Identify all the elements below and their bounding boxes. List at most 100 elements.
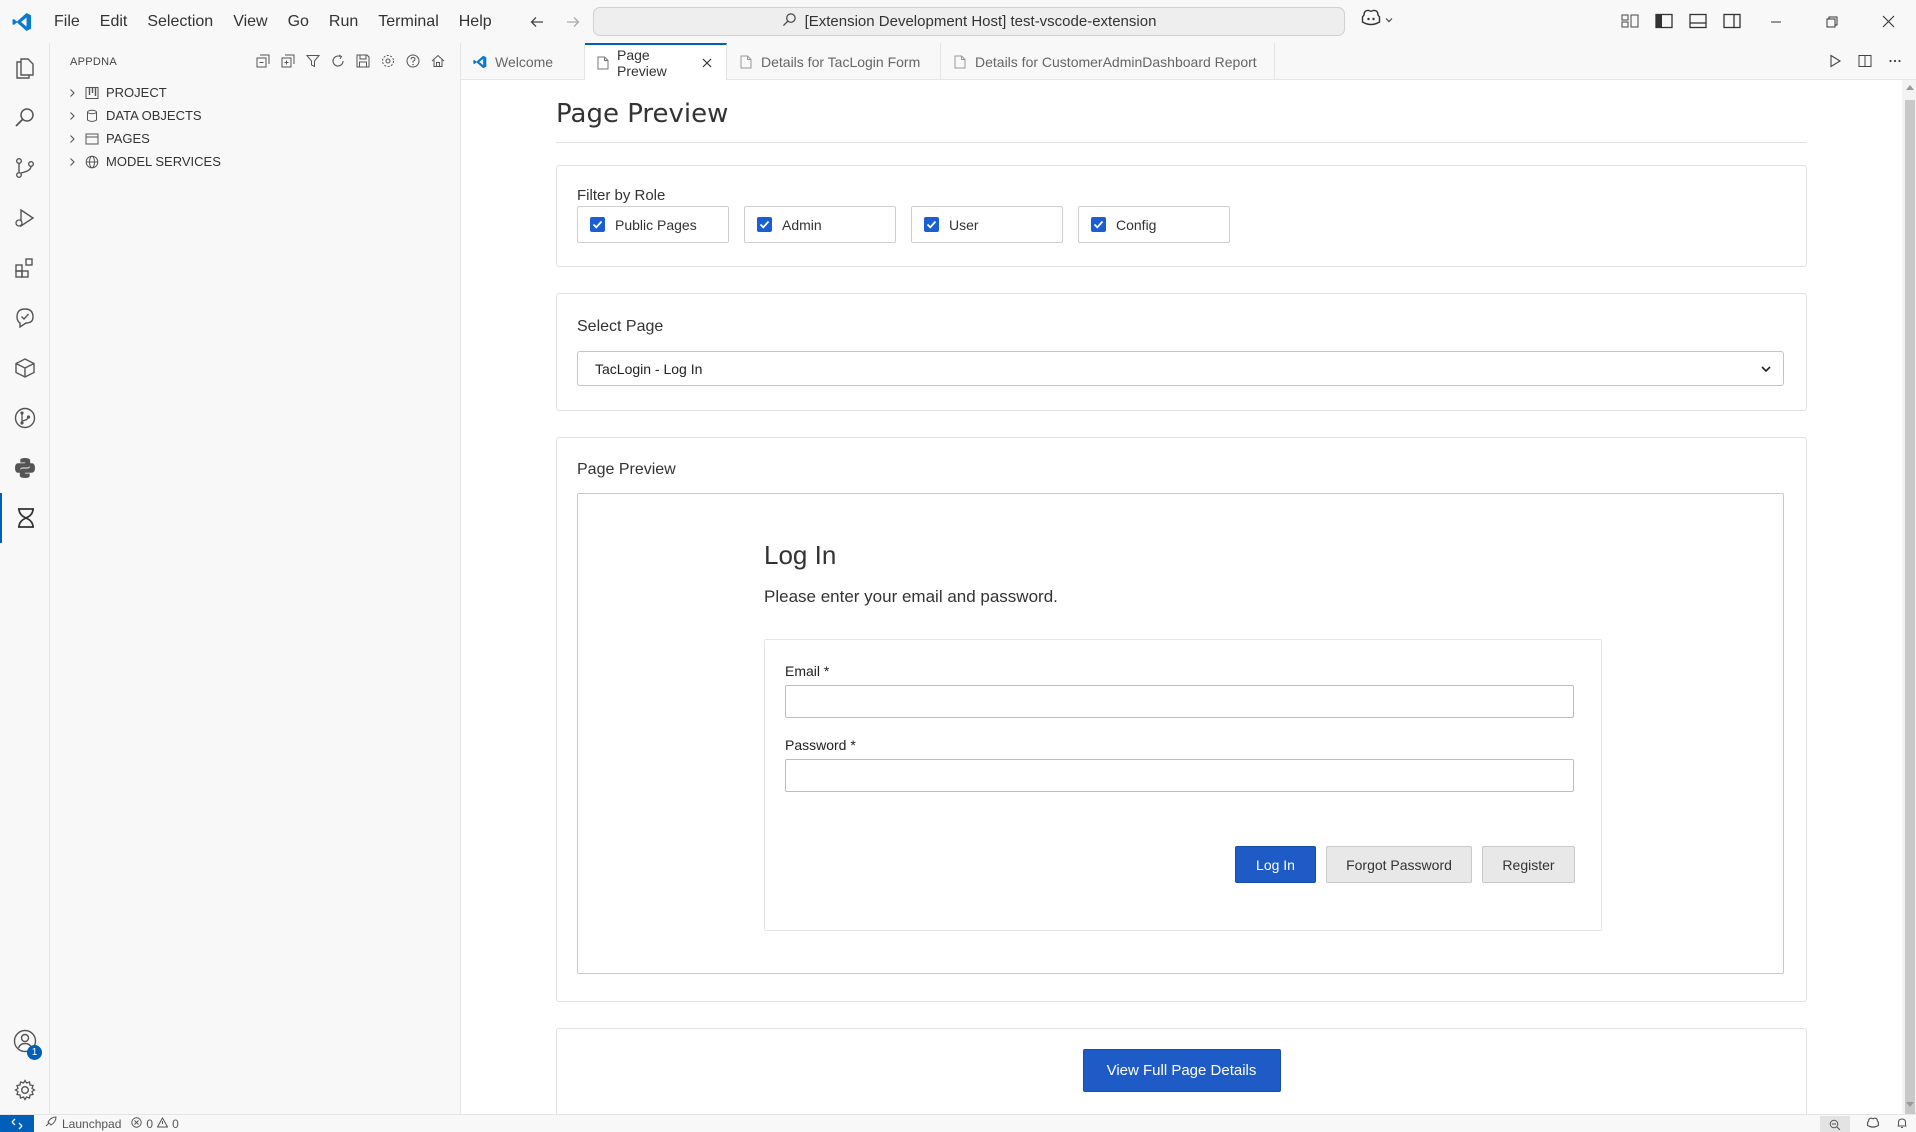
email-field[interactable]	[785, 685, 1574, 718]
page-select-value: TacLogin - Log In	[595, 360, 703, 377]
restore-icon[interactable]	[1804, 0, 1860, 43]
python-icon[interactable]	[0, 443, 50, 493]
menu-edit[interactable]: Edit	[90, 0, 138, 43]
scroll-up-arrow-icon[interactable]	[1905, 82, 1915, 92]
explorer-icon[interactable]	[0, 43, 50, 93]
password-field[interactable]	[785, 759, 1574, 792]
back-arrow-icon[interactable]	[526, 11, 548, 33]
appdna-icon[interactable]	[0, 493, 50, 543]
help-icon[interactable]	[405, 53, 421, 69]
select-page-label: Select Page	[577, 318, 664, 335]
rocket-icon	[44, 1116, 58, 1131]
filter-icon[interactable]	[305, 53, 321, 69]
extensions-icon[interactable]	[0, 243, 50, 293]
home-icon[interactable]	[430, 53, 446, 69]
git-graph-icon[interactable]	[0, 393, 50, 443]
preview-frame: Log In Please enter your email and passw…	[577, 493, 1784, 974]
source-control-icon[interactable]	[0, 143, 50, 193]
collapse-all-icon[interactable]	[255, 53, 271, 69]
error-count: 0	[146, 1116, 154, 1131]
tab-bar: Welcome Page Preview Details for TacLogi…	[461, 43, 1916, 81]
forgot-password-button[interactable]: Forgot Password	[1326, 846, 1472, 883]
close-icon[interactable]	[701, 55, 714, 71]
file-icon	[953, 54, 967, 70]
menu-go[interactable]: Go	[278, 0, 319, 43]
menu-run[interactable]: Run	[319, 0, 368, 43]
filter-option-label: Config	[1116, 216, 1157, 233]
view-full-page-details-button[interactable]: View Full Page Details	[1082, 1049, 1281, 1092]
tab-taclogin-form[interactable]: Details for TacLogin Form	[727, 43, 941, 80]
tree-item-project[interactable]: PROJECT	[50, 81, 460, 104]
refresh-icon[interactable]	[330, 53, 346, 69]
sidebar-title: APPDNA	[70, 56, 118, 68]
page-select[interactable]: TacLogin - Log In	[577, 351, 1784, 386]
customize-layout-icon[interactable]	[1620, 10, 1640, 32]
settings-gear-icon[interactable]	[0, 1065, 50, 1115]
log-in-button[interactable]: Log In	[1235, 846, 1316, 883]
editor-scrollbar[interactable]	[1902, 80, 1916, 1132]
tab-welcome[interactable]: Welcome	[461, 43, 585, 80]
page-preview-label: Page Preview	[577, 461, 676, 478]
containers-icon[interactable]	[0, 343, 50, 393]
warning-icon	[156, 1116, 169, 1131]
more-actions-icon[interactable]	[1886, 52, 1904, 70]
launchpad-status[interactable]: Launchpad	[44, 1116, 121, 1131]
filter-admin[interactable]: Admin	[744, 206, 896, 243]
project-icon	[84, 85, 100, 101]
register-button[interactable]: Register	[1482, 846, 1575, 883]
menu-file[interactable]: File	[44, 0, 90, 43]
forward-arrow-icon[interactable]	[562, 11, 584, 33]
zoom-out-icon[interactable]	[1820, 1116, 1850, 1132]
scrollbar-thumb[interactable]	[1905, 100, 1915, 1132]
filter-public-pages[interactable]: Public Pages	[577, 206, 729, 243]
tab-label: Welcome	[495, 53, 554, 70]
error-icon	[131, 1116, 143, 1131]
accounts-icon[interactable]: 1	[0, 1016, 50, 1066]
tree-item-model-services[interactable]: MODEL SERVICES	[50, 150, 460, 173]
toggle-primary-sidebar-icon[interactable]	[1654, 10, 1674, 32]
select-page-card: Select Page TacLogin - Log In	[556, 293, 1807, 411]
toggle-secondary-sidebar-icon[interactable]	[1722, 10, 1742, 32]
tree-item-label: DATA OBJECTS	[106, 108, 202, 123]
filter-option-label: User	[949, 216, 979, 233]
notifications-bell-icon[interactable]	[1896, 1117, 1908, 1132]
tab-customer-admin-dashboard[interactable]: Details for CustomerAdminDashboard Repor…	[941, 43, 1275, 80]
page-title: Page Preview	[556, 99, 1807, 143]
remote-indicator-icon[interactable]	[0, 1114, 34, 1132]
copilot-button[interactable]	[1360, 9, 1394, 32]
menu-view[interactable]: View	[223, 0, 277, 43]
checkbox-checked-icon[interactable]	[924, 217, 939, 232]
save-icon[interactable]	[355, 53, 371, 69]
gear-icon[interactable]	[380, 53, 396, 69]
tree-item-data-objects[interactable]: DATA OBJECTS	[50, 104, 460, 127]
checkbox-checked-icon[interactable]	[757, 217, 772, 232]
menu-selection[interactable]: Selection	[137, 0, 223, 43]
tab-page-preview[interactable]: Page Preview	[585, 43, 727, 81]
command-center[interactable]: [Extension Development Host] test-vscode…	[593, 7, 1345, 36]
run-icon[interactable]	[1826, 52, 1844, 70]
checkbox-checked-icon[interactable]	[1091, 217, 1106, 232]
menu-help[interactable]: Help	[449, 0, 502, 43]
filter-user[interactable]: User	[911, 206, 1063, 243]
menu-terminal[interactable]: Terminal	[368, 0, 448, 43]
problems-status[interactable]: 0 0	[131, 1116, 179, 1131]
command-center-text: [Extension Development Host] test-vscode…	[804, 13, 1157, 30]
close-window-icon[interactable]	[1860, 0, 1916, 43]
sidebar: APPDNA PROJECT DATA OBJECTS PAGES MODEL …	[50, 43, 461, 1114]
scroll-down-arrow-icon[interactable]	[1905, 1100, 1915, 1110]
minimize-icon[interactable]	[1748, 0, 1804, 43]
run-debug-icon[interactable]	[0, 193, 50, 243]
globe-icon	[84, 154, 100, 170]
expand-all-icon[interactable]	[280, 53, 296, 69]
testing-icon[interactable]	[0, 293, 50, 343]
checkbox-checked-icon[interactable]	[590, 217, 605, 232]
copilot-status-icon[interactable]	[1866, 1117, 1880, 1132]
search-icon	[782, 12, 797, 31]
tree-item-pages[interactable]: PAGES	[50, 127, 460, 150]
toggle-panel-icon[interactable]	[1688, 10, 1708, 32]
split-editor-icon[interactable]	[1856, 52, 1874, 70]
filter-config[interactable]: Config	[1078, 206, 1230, 243]
warning-count: 0	[172, 1116, 179, 1131]
title-bar: File Edit Selection View Go Run Terminal…	[0, 0, 1916, 43]
search-view-icon[interactable]	[0, 93, 50, 143]
